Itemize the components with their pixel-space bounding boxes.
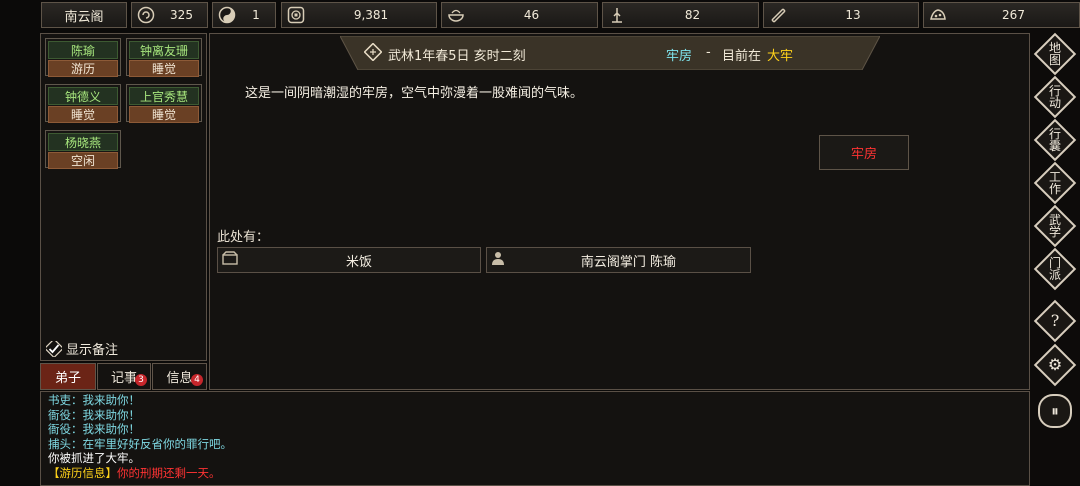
person-icon [491, 251, 507, 269]
resource-scroll[interactable]: 13 [763, 2, 919, 28]
tab-records[interactable]: 记事 3 [97, 363, 151, 390]
current-label: 目前在 [722, 49, 762, 64]
resource-stone[interactable]: 267 [923, 2, 1080, 28]
log-line: 你被抓进了大牢。 [48, 451, 140, 465]
resource-food[interactable]: 46 [441, 2, 598, 28]
help-icon: ? [1050, 311, 1060, 330]
coin-icon [286, 5, 306, 25]
side-button-work[interactable]: 工作 [1033, 161, 1077, 205]
resource-value: 13 [845, 8, 861, 22]
chest-icon [222, 251, 238, 269]
resource-spirit[interactable]: 325 [131, 2, 208, 28]
side-label: 行动 [1048, 84, 1061, 110]
disciple-status: 游历 [48, 60, 118, 77]
side-label: 门派 [1048, 256, 1061, 282]
settings-button[interactable]: ⚙ [1033, 343, 1077, 387]
resource-value: 325 [170, 8, 193, 22]
resource-morality[interactable]: 1 [212, 2, 276, 28]
resource-money[interactable]: 9,381 [281, 2, 437, 28]
notification-badge: 3 [135, 374, 147, 386]
side-button-map[interactable]: 地图 [1033, 32, 1077, 76]
side-button-action[interactable]: 行动 [1033, 75, 1077, 119]
tab-disciples[interactable]: 弟子 [40, 363, 96, 390]
resource-value: 9,381 [353, 8, 389, 22]
side-label: 地图 [1048, 41, 1061, 67]
disciple-name: 陈瑜 [48, 41, 118, 59]
disciple-card[interactable]: 杨晓燕 空闲 [45, 130, 121, 169]
side-button-bag[interactable]: 行囊 [1033, 118, 1077, 162]
side-label: 工作 [1048, 170, 1061, 196]
disciple-name: 杨晓燕 [48, 133, 118, 151]
tab-messages[interactable]: 信息 4 [152, 363, 207, 390]
room-map-label: 牢房 [850, 147, 877, 162]
pause-icon: ⏸ [1051, 401, 1059, 420]
item-label: 米饭 [345, 254, 372, 270]
log-text: 你的刑期还剩一天。 [117, 465, 221, 480]
game-date: 武林1年春5日 亥时二刻 [388, 49, 526, 64]
disciple-panel [40, 33, 207, 361]
disciple-card[interactable]: 钟离友珊 睡觉 [126, 38, 202, 77]
npc-label: 南云阁掌门 陈瑜 [580, 254, 677, 270]
disciple-card[interactable]: 陈瑜 游历 [45, 38, 121, 77]
gear-icon: ⚙ [1047, 355, 1063, 374]
location-header: 武林1年春5日 亥时二刻 牢房 - 目前在 大牢 [340, 36, 880, 70]
stone-icon [928, 5, 948, 25]
pause-button[interactable]: ⏸ [1036, 392, 1074, 430]
disciple-status: 睡觉 [129, 60, 199, 77]
resource-wood[interactable]: 82 [602, 2, 759, 28]
tab-label: 记事 [110, 371, 137, 386]
disciple-card[interactable]: 钟德义 睡觉 [45, 84, 121, 123]
notification-badge: 4 [191, 374, 203, 386]
log-line: 书吏：我来助你！ [48, 393, 140, 407]
show-notes-toggle[interactable]: 显示备注 [43, 337, 119, 358]
spiral-icon [136, 5, 156, 25]
tab-label: 弟子 [54, 371, 81, 386]
resource-value: 82 [684, 8, 701, 22]
resource-value: 267 [1002, 8, 1025, 22]
message-log: 书吏：我来助你！ 衙役：我来助你！ 衙役：我来助你！ 捕头：在牢里好好反省你的罪… [40, 391, 1030, 486]
room-description: 这是一间阴暗潮湿的牢房，空气中弥漫着一股难闻的气味。 [245, 86, 584, 101]
room-map-button[interactable]: 牢房 [819, 135, 909, 170]
here-label: 此处有： [217, 230, 270, 245]
side-label: 武学 [1048, 213, 1061, 239]
item-rice-button[interactable]: 米饭 [217, 247, 481, 273]
disciple-name: 上官秀慧 [129, 87, 199, 105]
side-label: 行囊 [1048, 127, 1061, 153]
log-line: 衙役：我来助你！ [48, 407, 140, 422]
disciple-status: 睡觉 [48, 106, 118, 123]
disciple-status: 空闲 [48, 152, 118, 169]
log-line: 捕头：在牢里好好反省你的罪行吧。 [48, 436, 232, 451]
current-place: 大牢 [767, 49, 794, 64]
disciple-name: 钟离友珊 [129, 41, 199, 59]
log-line: 衙役：我来助你！ [48, 422, 140, 436]
help-button[interactable]: ? [1033, 299, 1077, 343]
food-bowl-icon [446, 5, 466, 25]
show-notes-label: 显示备注 [66, 343, 119, 358]
checkbox-checked-icon [43, 337, 65, 358]
wood-icon [607, 5, 627, 25]
disciple-status: 睡觉 [129, 106, 199, 123]
scroll-icon [768, 5, 788, 25]
npc-sect-leader-button[interactable]: 南云阁掌门 陈瑜 [486, 247, 751, 273]
log-line: 【游历信息】你的刑期还剩一天。 [48, 466, 1022, 481]
resource-value: 1 [252, 8, 260, 22]
sect-name-button[interactable]: 南云阁 [41, 2, 127, 28]
room-name: 牢房 [666, 49, 693, 64]
resource-value: 46 [523, 8, 540, 22]
tab-label: 信息 [166, 371, 193, 386]
header-separator: - [706, 45, 711, 60]
side-button-sect[interactable]: 门派 [1033, 247, 1077, 291]
log-prefix: 【游历信息】 [48, 465, 117, 480]
yin-yang-icon [217, 5, 237, 25]
disciple-name: 钟德义 [48, 87, 118, 105]
calendar-icon [363, 42, 383, 62]
side-button-martial-arts[interactable]: 武学 [1033, 204, 1077, 248]
disciple-card[interactable]: 上官秀慧 睡觉 [126, 84, 202, 123]
